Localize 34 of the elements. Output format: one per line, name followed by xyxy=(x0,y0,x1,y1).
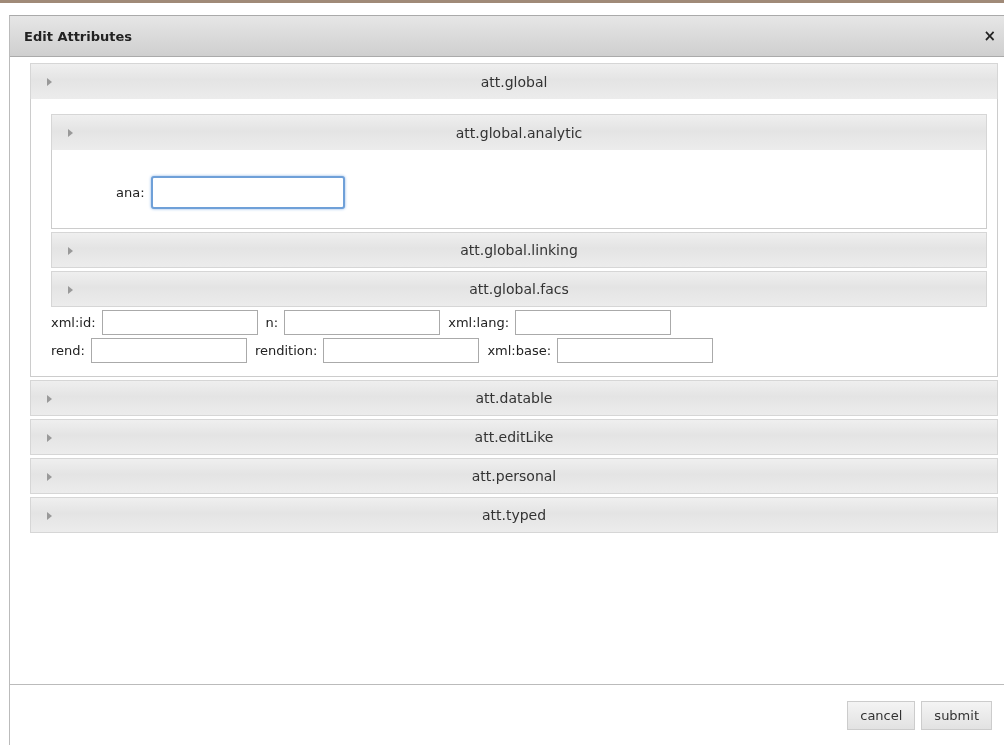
field-label: n: xyxy=(265,315,279,330)
accordion-header[interactable]: att.global.analytic xyxy=(51,114,987,150)
accordion-header[interactable]: att.global.linking xyxy=(51,232,987,268)
field-label: xml:lang: xyxy=(448,315,510,330)
triangle-icon xyxy=(47,78,52,86)
input-field[interactable] xyxy=(323,338,480,363)
triangle-icon xyxy=(68,129,73,137)
triangle-icon xyxy=(47,434,52,442)
input-field[interactable] xyxy=(515,310,672,335)
triangle-icon xyxy=(47,512,52,520)
field-label: rend: xyxy=(51,343,85,358)
accordion-header[interactable]: att.datable xyxy=(30,380,998,416)
field-label: xml:id: xyxy=(51,315,96,330)
accordion-header[interactable]: att.editLike xyxy=(30,419,998,455)
input-field[interactable] xyxy=(150,176,345,209)
close-button[interactable]: × xyxy=(979,27,1000,45)
triangle-icon xyxy=(47,473,52,481)
input-field[interactable] xyxy=(284,310,441,335)
accordion-header[interactable]: att.personal xyxy=(30,458,998,494)
input-field[interactable] xyxy=(101,310,258,335)
field-label: xml:base: xyxy=(487,343,552,358)
field-label: rendition: xyxy=(254,343,318,358)
cancel-button[interactable]: cancel xyxy=(847,700,916,730)
triangle-icon xyxy=(68,286,73,294)
triangle-icon xyxy=(47,395,52,403)
input-field[interactable] xyxy=(90,338,247,363)
input-field[interactable] xyxy=(557,338,714,363)
accordion-header[interactable]: att.typed xyxy=(30,497,998,533)
field-label: ana: xyxy=(116,185,145,200)
triangle-icon xyxy=(68,247,73,255)
dialog-title: Edit Attributes xyxy=(24,28,133,44)
submit-button[interactable]: submit xyxy=(921,700,992,730)
accordion-header[interactable]: att.global xyxy=(30,63,998,99)
accordion-header[interactable]: att.global.facs xyxy=(51,271,987,307)
